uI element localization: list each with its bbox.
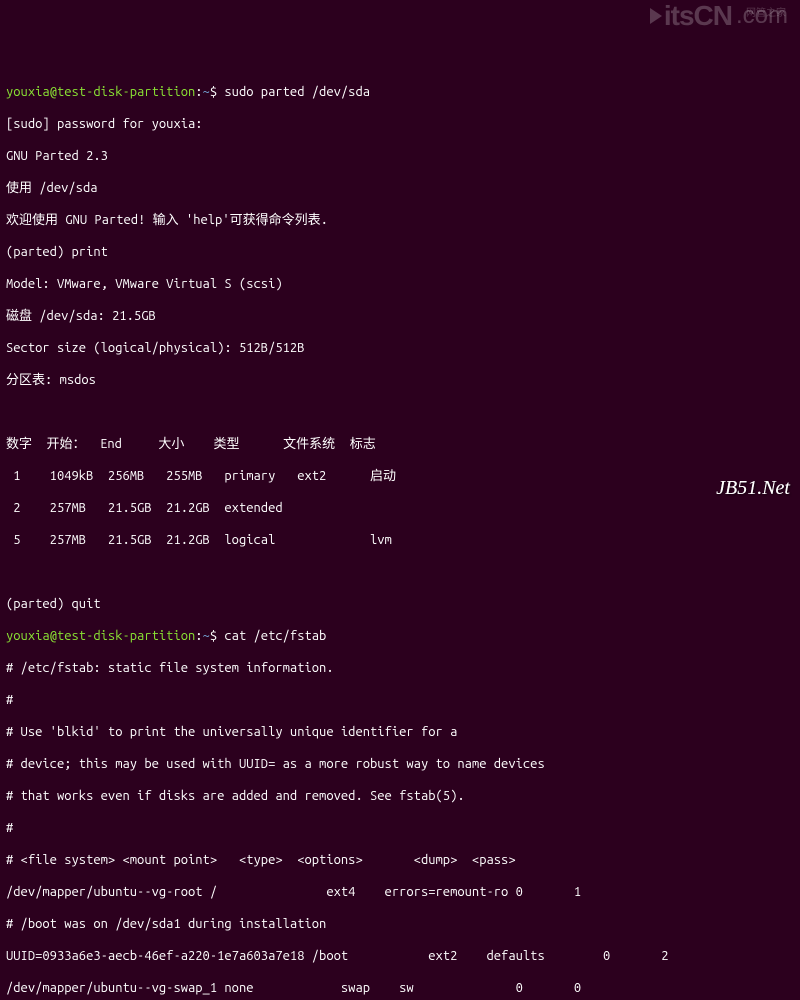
parted-print: (parted) print xyxy=(6,244,794,260)
watermark-top: 网管之家 itsCN .com xyxy=(650,8,788,24)
fstab-line: # xyxy=(6,692,794,708)
parted-model: Model: VMware, VMware Virtual S (scsi) xyxy=(6,276,794,292)
command-parted: sudo parted /dev/sda xyxy=(224,85,370,99)
fstab-line: # device; this may be used with UUID= as… xyxy=(6,756,794,772)
parted-disk: 磁盘 /dev/sda: 21.5GB xyxy=(6,308,794,324)
parted-table-row: 5 257MB 21.5GB 21.2GB logical lvm xyxy=(6,532,794,548)
prompt-line-1: youxia@test-disk-partition:~$ sudo parte… xyxy=(6,84,794,100)
parted-sector: Sector size (logical/physical): 512B/512… xyxy=(6,340,794,356)
fstab-line: # that works even if disks are added and… xyxy=(6,788,794,804)
fstab-line: # <file system> <mount point> <type> <op… xyxy=(6,852,794,868)
blank-line xyxy=(6,564,794,580)
watermark-sub: 网管之家 xyxy=(746,6,786,22)
prompt-path: ~ xyxy=(203,85,210,99)
parted-table-header: 数字 开始： End 大小 类型 文件系统 标志 xyxy=(6,436,794,452)
fstab-line: # Use 'blkid' to print the universally u… xyxy=(6,724,794,740)
fstab-line: # /boot was on /dev/sda1 during installa… xyxy=(6,916,794,932)
fstab-line: /dev/mapper/ubuntu--vg-swap_1 none swap … xyxy=(6,980,794,996)
play-icon xyxy=(650,8,662,24)
terminal-output[interactable]: youxia@test-disk-partition:~$ sudo parte… xyxy=(6,68,794,1000)
parted-table-row: 1 1049kB 256MB 255MB primary ext2 启动 xyxy=(6,468,794,484)
parted-table-row: 2 257MB 21.5GB 21.2GB extended xyxy=(6,500,794,516)
fstab-line: UUID=0933a6e3-aecb-46ef-a220-1e7a603a7e1… xyxy=(6,948,794,964)
fstab-line: /dev/mapper/ubuntu--vg-root / ext4 error… xyxy=(6,884,794,900)
parted-quit: (parted) quit xyxy=(6,596,794,612)
blank-line xyxy=(6,404,794,420)
prompt-userhost: youxia@test-disk-partition xyxy=(6,85,195,99)
parted-pttable: 分区表: msdos xyxy=(6,372,794,388)
prompt-line-2: youxia@test-disk-partition:~$ cat /etc/f… xyxy=(6,628,794,644)
watermark-logo: itsCN xyxy=(664,8,732,24)
parted-using: 使用 /dev/sda xyxy=(6,180,794,196)
fstab-line: # xyxy=(6,820,794,836)
parted-version: GNU Parted 2.3 xyxy=(6,148,794,164)
watermark-bottom: JB51.Net xyxy=(716,480,790,496)
parted-welcome: 欢迎使用 GNU Parted! 输入 'help'可获得命令列表. xyxy=(6,212,794,228)
fstab-line: # /etc/fstab: static file system informa… xyxy=(6,660,794,676)
sudo-password-line: [sudo] password for youxia: xyxy=(6,116,794,132)
command-cat-fstab: cat /etc/fstab xyxy=(224,629,326,643)
